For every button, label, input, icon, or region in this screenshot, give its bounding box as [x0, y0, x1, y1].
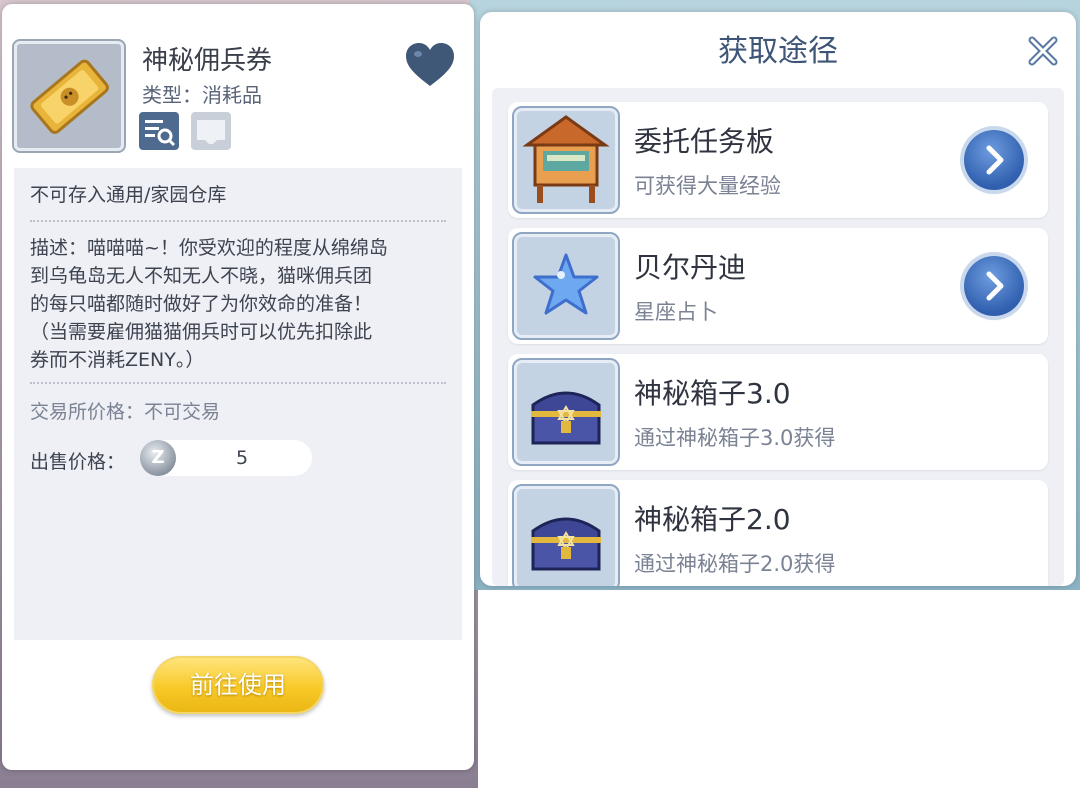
source-row-mystery-box-2[interactable]: 神秘箱子2.0 通过神秘箱子2.0获得 — [508, 480, 1048, 586]
divider — [30, 220, 446, 222]
source-desc: 可获得大量经验 — [634, 174, 781, 198]
treasure-chest-icon — [512, 484, 620, 586]
item-name: 神秘佣兵券 — [142, 46, 273, 76]
source-row-mystery-box-3[interactable]: 神秘箱子3.0 通过神秘箱子3.0获得 — [508, 354, 1048, 470]
go-button[interactable] — [964, 256, 1024, 316]
treasure-chest-icon — [512, 358, 620, 466]
source-name: 神秘箱子2.0 — [634, 503, 791, 536]
source-desc: 通过神秘箱子2.0获得 — [634, 552, 836, 576]
source-row-belldandy[interactable]: 贝尔丹迪 星座占卜 — [508, 228, 1048, 344]
source-row-commission-board[interactable]: 委托任务板 可获得大量经验 — [508, 102, 1048, 218]
trade-price-label: 交易所价格：不可交易 — [30, 401, 221, 423]
sell-price-label: 出售价格： — [30, 451, 126, 473]
bulletin-board-icon — [522, 115, 610, 203]
star-icon — [533, 253, 599, 315]
item-type: 类型：消耗品 — [142, 83, 262, 107]
star-icon — [512, 232, 620, 340]
item-icon — [12, 39, 126, 153]
description-line: 到乌龟岛无人不知无人不晓，猫咪佣兵团 — [30, 265, 373, 287]
ticket-icon — [30, 59, 109, 134]
source-name: 神秘箱子3.0 — [634, 377, 791, 410]
divider — [30, 382, 446, 384]
storage-button[interactable] — [191, 112, 231, 150]
source-list[interactable]: 委托任务板 可获得大量经验 贝尔丹迪 星座占卜 神秘箱子3.0 通过神秘箱子3.… — [492, 88, 1064, 586]
description-text: 描述：喵喵喵~！你受欢迎的程度从绵绵岛 到乌龟岛无人不知无人不晓，猫咪佣兵团 的… — [30, 234, 450, 374]
description-line: （当需要雇佣猫猫佣兵时可以优先扣除此 — [30, 321, 373, 343]
storage-note: 不可存入通用/家园仓库 — [30, 184, 227, 206]
description-line: 的每只喵都随时做好了为你效命的准备！ — [30, 293, 373, 315]
source-desc: 星座占卜 — [634, 300, 718, 324]
description-box: 不可存入通用/家园仓库 描述：喵喵喵~！你受欢迎的程度从绵绵岛 到乌龟岛无人不知… — [14, 168, 462, 640]
source-name: 贝尔丹迪 — [634, 251, 747, 284]
description-line: 券而不消耗ZENY。） — [30, 349, 205, 371]
sell-price-value: 5 — [236, 447, 249, 469]
source-name: 委托任务板 — [634, 125, 775, 158]
zeny-coin-icon: Z — [140, 440, 176, 476]
tray-icon — [197, 120, 225, 144]
item-detail-panel: 神秘佣兵券 类型：消耗品 不可存入通用/家园仓库 描述：喵喵喵~！你受欢迎的程度… — [2, 4, 474, 770]
close-icon[interactable] — [1026, 34, 1060, 68]
bulletin-board-icon — [512, 106, 620, 214]
description-line: 描述：喵喵喵~！你受欢迎的程度从绵绵岛 — [30, 237, 388, 259]
inspect-button[interactable] — [139, 112, 179, 150]
go-button[interactable] — [964, 130, 1024, 190]
panel-title: 获取途径 — [718, 34, 838, 69]
acquisition-panel: 获取途径 委托任务板 可获得大量经验 贝尔丹迪 星座占卜 神秘箱子3.0 通过神… — [480, 12, 1076, 586]
magnifier-icon — [145, 120, 176, 147]
source-desc: 通过神秘箱子3.0获得 — [634, 426, 836, 450]
treasure-chest-icon — [531, 517, 601, 571]
treasure-chest-icon — [531, 391, 601, 445]
go-use-button[interactable]: 前往使用 — [152, 656, 324, 714]
chevron-right-icon — [986, 271, 1004, 301]
chevron-right-icon — [986, 145, 1004, 175]
favorite-heart-icon[interactable] — [404, 42, 456, 88]
blank-area — [478, 590, 1080, 788]
